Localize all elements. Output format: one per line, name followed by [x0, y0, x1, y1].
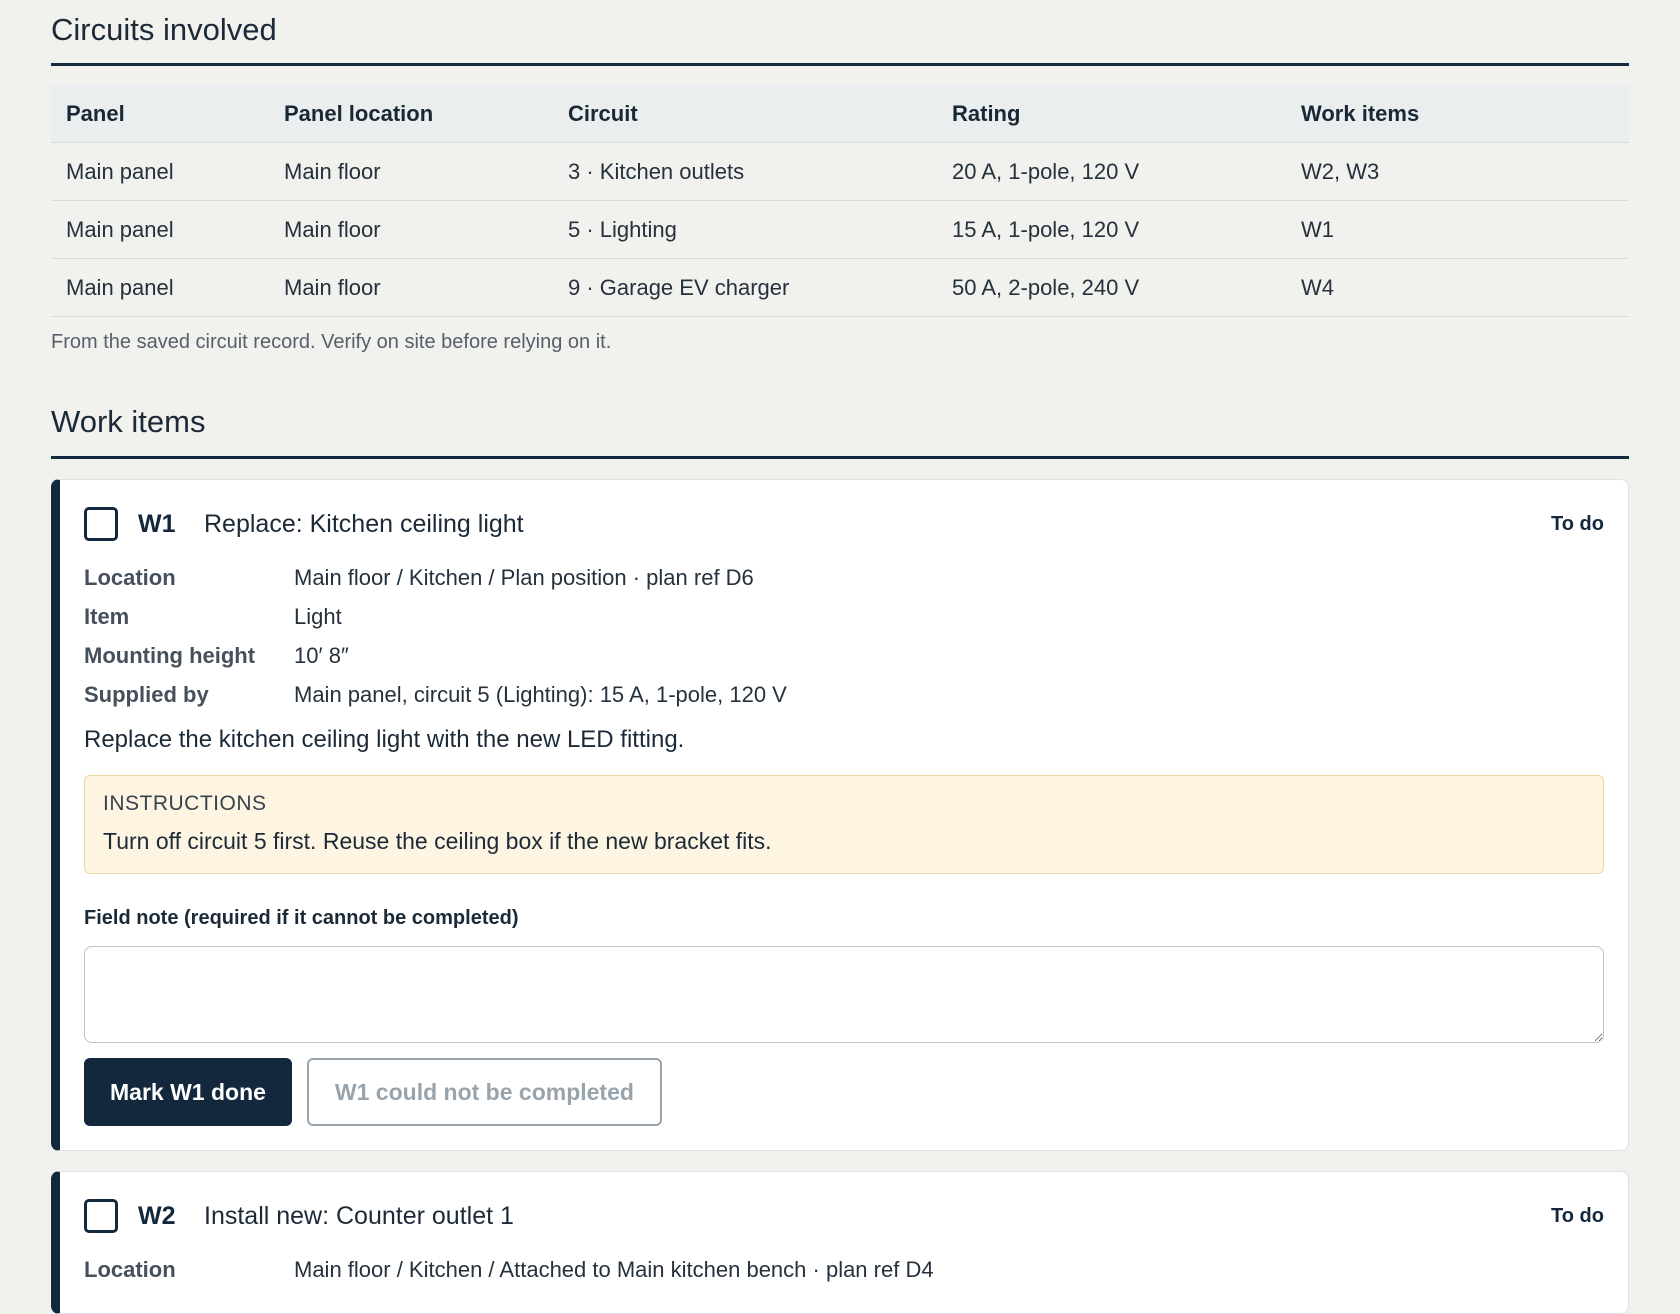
cell-rating: 15 A, 1-pole, 120 V [937, 200, 1286, 259]
work-item-checkbox[interactable] [84, 1199, 118, 1233]
table-header-row: Panel Panel location Circuit Rating Work… [51, 85, 1629, 143]
cell-panel-location: Main floor [269, 142, 553, 201]
mark-done-button[interactable]: Mark W1 done [84, 1058, 292, 1126]
cell-work-items: W4 [1286, 258, 1629, 317]
work-item-title: Replace: Kitchen ceiling light [204, 509, 524, 538]
cell-work-items: W2, W3 [1286, 142, 1629, 201]
detail-label: Location [84, 1256, 176, 1282]
column-header-circuit: Circuit [553, 85, 937, 143]
cell-circuit: 9 · Garage EV charger [553, 258, 937, 317]
work-item-actions: Mark W1 done W1 could not be completed [84, 1058, 1604, 1126]
work-items-section-header: Work items [51, 404, 1629, 459]
cell-panel: Main panel [51, 142, 269, 201]
work-item-card-w2: W2 Install new: Counter outlet 1 To do L… [51, 1171, 1629, 1314]
detail-value: Main panel, circuit 5 (Lighting): 15 A, … [294, 681, 787, 707]
work-item-header: W2 Install new: Counter outlet 1 To do [84, 1196, 1604, 1236]
work-item-description: Replace the kitchen ceiling light with t… [84, 726, 685, 753]
table-row: Main panel Main floor 9 · Garage EV char… [51, 258, 1629, 317]
circuits-table: Panel Panel location Circuit Rating Work… [51, 85, 1629, 317]
detail-row-item: Item Light [84, 597, 1604, 636]
cell-work-items: W1 [1286, 200, 1629, 259]
work-item-card-w1: W1 Replace: Kitchen ceiling light To do … [51, 479, 1629, 1151]
circuits-footnote: From the saved circuit record. Verify on… [51, 331, 612, 353]
detail-label: Supplied by [84, 681, 209, 707]
detail-row-location: Location Main floor / Kitchen / Plan pos… [84, 558, 1604, 597]
work-items-title: Work items [51, 404, 206, 439]
cell-panel: Main panel [51, 258, 269, 317]
column-header-rating: Rating [937, 85, 1286, 143]
instructions-box: INSTRUCTIONS Turn off circuit 5 first. R… [84, 775, 1604, 874]
cell-panel: Main panel [51, 200, 269, 259]
detail-value: 10′ 8″ [294, 642, 349, 668]
detail-label: Location [84, 564, 176, 590]
column-header-panel: Panel [51, 85, 269, 143]
circuits-title: Circuits involved [51, 12, 277, 47]
instructions-text: Turn off circuit 5 first. Reuse the ceil… [103, 828, 772, 854]
detail-value: Main floor / Kitchen / Plan position · p… [294, 564, 754, 590]
field-note-label: Field note (required if it cannot be com… [84, 907, 519, 929]
cell-panel-location: Main floor [269, 258, 553, 317]
cell-panel-location: Main floor [269, 200, 553, 259]
table-row: Main panel Main floor 3 · Kitchen outlet… [51, 142, 1629, 201]
could-not-complete-button[interactable]: W1 could not be completed [306, 1058, 662, 1126]
detail-row-mounting-height: Mounting height 10′ 8″ [84, 636, 1604, 675]
work-item-id: W1 [138, 509, 176, 538]
field-note-input[interactable] [84, 946, 1604, 1043]
cell-rating: 20 A, 1-pole, 120 V [937, 142, 1286, 201]
work-items-section: Work items W1 Replace: Kitchen ceiling l… [51, 404, 1629, 1314]
work-item-details: Location Main floor / Kitchen / Attached… [84, 1250, 1604, 1289]
work-item-id: W2 [138, 1201, 176, 1230]
cell-circuit: 3 · Kitchen outlets [553, 142, 937, 201]
status-badge: To do [1551, 512, 1604, 535]
detail-label: Mounting height [84, 642, 256, 668]
instructions-label: INSTRUCTIONS [103, 792, 267, 815]
work-item-title: Install new: Counter outlet 1 [204, 1201, 514, 1230]
status-badge: To do [1551, 1204, 1604, 1227]
work-item-details: Location Main floor / Kitchen / Plan pos… [84, 558, 1604, 714]
detail-row-supplied-by: Supplied by Main panel, circuit 5 (Light… [84, 675, 1604, 714]
cell-rating: 50 A, 2-pole, 240 V [937, 258, 1286, 317]
table-row: Main panel Main floor 5 · Lighting 15 A,… [51, 200, 1629, 259]
circuits-section-header: Circuits involved [51, 0, 1629, 66]
work-item-checkbox[interactable] [84, 507, 118, 541]
detail-value: Main floor / Kitchen / Attached to Main … [294, 1256, 934, 1282]
detail-label: Item [84, 603, 130, 629]
circuits-section: Circuits involved Panel Panel location C… [51, 0, 1629, 354]
detail-value: Light [294, 603, 342, 629]
column-header-work-items: Work items [1286, 85, 1629, 143]
detail-row-location: Location Main floor / Kitchen / Attached… [84, 1250, 1604, 1289]
cell-circuit: 5 · Lighting [553, 200, 937, 259]
work-item-header: W1 Replace: Kitchen ceiling light To do [84, 504, 1604, 544]
column-header-panel-location: Panel location [269, 85, 553, 143]
